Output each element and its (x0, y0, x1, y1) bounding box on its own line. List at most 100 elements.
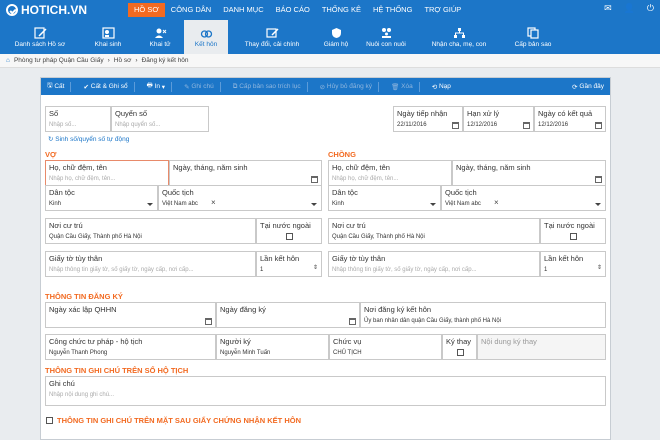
tool-nuoi-con-nuoi[interactable]: Nuôi con nuôi (356, 20, 416, 54)
copy-extract-button[interactable]: ⧉ Cấp bản sao trích lục (227, 78, 314, 95)
wife-nationality-select[interactable]: Quốc tịch Việt Nam abc × (158, 185, 322, 211)
husband-ethnic-select[interactable]: Dân tộc Kinh (328, 185, 441, 211)
logo-check-icon (6, 4, 18, 16)
tool-nhan-cha-me-con[interactable]: Nhận cha, mẹ, con (416, 20, 502, 54)
officer-select[interactable]: Công chức tư pháp - hộ tịch Nguyễn Thanh… (45, 334, 216, 360)
back-notes-section-title: THÔNG TIN GHI CHÚ TRÊN MẶT SAU GIẤY CHỨN… (57, 416, 301, 425)
clear-icon[interactable]: × (494, 198, 499, 207)
han-xu-ly-field[interactable]: Hạn xử lý 12/12/2016 (463, 106, 534, 132)
calendar-icon[interactable] (595, 122, 602, 129)
check-icon: ✔ (83, 83, 91, 91)
user-icon[interactable]: 👤 (624, 3, 635, 14)
print-button[interactable]: 🖶 In ▾ (141, 78, 178, 95)
wife-id-field[interactable]: Giấy tờ tùy thân Nhập thông tin giấy tờ,… (45, 251, 256, 277)
copy-icon (526, 26, 539, 39)
menu-bao-cao[interactable]: BÁO CÁO (270, 3, 316, 17)
calendar-icon[interactable] (311, 176, 318, 183)
trash-icon: 🗑 (391, 83, 402, 91)
breadcrumb: ⌂ Phòng tư pháp Quận Cầu Giấy › Hồ sơ › … (0, 54, 660, 68)
logo-text: HOTICH.VN (21, 3, 87, 17)
stepper-arrows-icon[interactable]: ⇕ (597, 264, 602, 271)
registration-date-field[interactable]: Ngày đăng ký (216, 302, 360, 328)
wife-name-field[interactable]: Họ, chữ đệm, tên Nhập họ, chữ đệm, tên..… (45, 160, 169, 186)
wife-dob-field[interactable]: Ngày, tháng, năm sinh (169, 160, 322, 186)
sign-on-behalf-content-field[interactable]: Nội dung ký thay (477, 334, 606, 360)
position-select[interactable]: Chức vụ CHỦ TỊCH (329, 334, 442, 360)
tool-thay-doi-cai-chinh[interactable]: Thay đổi, cải chính (228, 20, 316, 54)
home-icon[interactable]: ⌂ (6, 57, 10, 64)
husband-residence-field[interactable]: Nơi cư trú Quận Cầu Giấy, Thành phố Hà N… (328, 218, 540, 244)
sign-on-behalf-checkbox[interactable] (457, 349, 464, 356)
ngay-tiep-nhan-field[interactable]: Ngày tiếp nhận 22/11/2016 (393, 106, 463, 132)
wife-abroad-checkbox[interactable] (286, 233, 293, 240)
delete-button[interactable]: 🗑 Xóa (385, 78, 426, 95)
cancel-registration-button[interactable]: ⊘ Hủy bỏ đăng ký (314, 78, 385, 95)
notes-textarea[interactable]: Ghi chú Nhập nội dung ghi chú... (45, 376, 606, 406)
signer-select[interactable]: Người ký Nguyễn Minh Tuấn (216, 334, 329, 360)
auto-number-link[interactable]: ↻ Sinh số/quyển số tự động (48, 135, 129, 143)
husband-nationality-select[interactable]: Quốc tịch Việt Nam abc × (441, 185, 606, 211)
tool-cap-ban-sao[interactable]: Cấp bản sao (502, 20, 564, 54)
tool-khai-tu[interactable]: Khai tử (136, 20, 184, 54)
tool-danh-sach-ho-so[interactable]: Danh sách Hồ sơ (0, 20, 80, 54)
wife-times-stepper[interactable]: Lần kết hôn 1 ⇕ (256, 251, 322, 277)
calendar-icon[interactable] (205, 318, 212, 325)
menu-cong-dan[interactable]: CÔNG DÂN (165, 3, 217, 17)
ngay-co-ket-qua-field[interactable]: Ngày có kết quả 12/12/2016 (534, 106, 606, 132)
calendar-icon[interactable] (595, 176, 602, 183)
calendar-icon[interactable] (523, 122, 530, 129)
so-field[interactable]: Số Nhập số... (45, 106, 111, 132)
tool-giam-ho[interactable]: Giám hộ (316, 20, 356, 54)
hierarchy-icon (453, 27, 465, 38)
husband-name-field[interactable]: Họ, chữ đệm, tên Nhập họ, chữ đệm, tên..… (328, 160, 452, 186)
save-button[interactable]: 🖫 Cất (41, 78, 77, 95)
husband-section-title: CHỒNG (328, 150, 356, 159)
quyen-so-field[interactable]: Quyển số Nhập quyển số... (111, 106, 209, 132)
tool-ket-hon[interactable]: Kết hôn (184, 20, 228, 54)
husband-times-stepper[interactable]: Lần kết hôn 1 ⇕ (540, 251, 606, 277)
rings-icon (200, 29, 212, 38)
menu-thong-ke[interactable]: THỐNG KÊ (316, 3, 367, 17)
save-icon: 🖫 (47, 82, 55, 89)
husband-abroad-field: Tại nước ngoài (540, 218, 606, 244)
stepper-arrows-icon[interactable]: ⇕ (313, 264, 318, 271)
registration-place-field[interactable]: Nơi đăng ký kết hôn Ủy ban nhân dân quận… (360, 302, 606, 328)
recent-button[interactable]: ⟳ Gần đây (566, 78, 610, 95)
main-menu: HỒ SƠ CÔNG DÂN DANH MỤC BÁO CÁO THỐNG KÊ… (128, 0, 467, 20)
save-record-button[interactable]: ✔ Cất & Ghi sổ (77, 78, 140, 95)
chevron-down-icon (430, 203, 436, 206)
husband-abroad-checkbox[interactable] (570, 233, 577, 240)
mail-icon[interactable]: ✉ (604, 3, 612, 14)
breadcrumb-item[interactable]: Phòng tư pháp Quận Cầu Giấy (14, 57, 104, 64)
load-button[interactable]: ⟲ Nạp (426, 78, 457, 95)
chevron-down-icon (311, 203, 317, 206)
husband-id-field[interactable]: Giấy tờ tùy thân Nhập thông tin giấy tờ,… (328, 251, 540, 277)
back-notes-checkbox[interactable] (46, 417, 53, 424)
top-navbar: HOTICH.VN HỒ SƠ CÔNG DÂN DANH MỤC BÁO CÁ… (0, 0, 660, 20)
cancel-icon: ⊘ (319, 83, 327, 91)
registration-section-title: THÔNG TIN ĐĂNG KÝ (45, 292, 123, 301)
power-icon[interactable]: ⏻ (647, 3, 654, 14)
xac-lap-date-field[interactable]: Ngày xác lập QHHN (45, 302, 216, 328)
wife-section-title: VỢ (45, 150, 57, 159)
clear-icon[interactable]: × (211, 198, 216, 207)
menu-ho-so[interactable]: HỒ SƠ (128, 3, 165, 17)
person-id-icon (101, 26, 115, 39)
menu-tro-giup[interactable]: TRỢ GIÚP (418, 3, 467, 17)
calendar-icon[interactable] (452, 122, 459, 129)
note-button[interactable]: ✎ Ghi chú (178, 78, 227, 95)
wife-ethnic-select[interactable]: Dân tộc Kinh (45, 185, 158, 211)
sign-on-behalf-field: Ký thay (442, 334, 477, 360)
menu-he-thong[interactable]: HỆ THỐNG (367, 3, 418, 17)
module-toolbar: Danh sách Hồ sơ Khai sinh Khai tử Kết hô… (0, 20, 660, 54)
breadcrumb-item[interactable]: Hồ sơ (114, 57, 132, 64)
notes-section-title: THÔNG TIN GHI CHÚ TRÊN SỔ HỘ TỊCH (45, 366, 189, 375)
breadcrumb-separator: › (135, 57, 138, 64)
wife-residence-field[interactable]: Nơi cư trú Quận Cầu Giấy, Thành phố Hà N… (45, 218, 256, 244)
breadcrumb-item: Đăng ký kết hôn (141, 57, 189, 64)
app-logo[interactable]: HOTICH.VN (0, 3, 128, 17)
tool-khai-sinh[interactable]: Khai sinh (80, 20, 136, 54)
menu-danh-muc[interactable]: DANH MỤC (217, 3, 269, 17)
husband-dob-field[interactable]: Ngày, tháng, năm sinh (452, 160, 606, 186)
calendar-icon[interactable] (349, 318, 356, 325)
